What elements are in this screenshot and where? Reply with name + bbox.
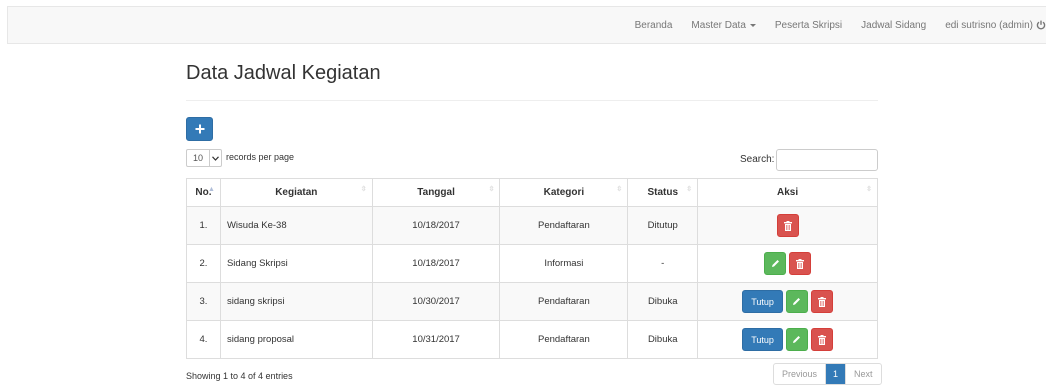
delete-button[interactable] — [776, 214, 799, 237]
sort-icon: ⇳ — [866, 186, 872, 193]
nav-item-user[interactable]: edi sutrisno (admin) — [945, 20, 1046, 31]
previous-button[interactable]: Previous — [774, 364, 827, 384]
cell-tanggal: 10/18/2017 — [371, 244, 501, 283]
table-row: 2. Sidang Skripsi 10/18/2017 Informasi - — [186, 244, 878, 283]
select-value: 10 — [193, 153, 204, 163]
sort-icon: ⇳ — [686, 186, 693, 193]
add-button[interactable] — [186, 117, 213, 141]
table-info: Showing 1 to 4 of 4 entries — [186, 371, 293, 381]
cell-kategori: Pendaftaran — [499, 206, 629, 245]
close-button[interactable]: Tutup — [742, 290, 783, 313]
cell-aksi: Tutup — [697, 282, 878, 321]
trash-icon — [796, 258, 805, 269]
edit-button[interactable] — [764, 252, 787, 275]
column-header-tanggal[interactable]: Tanggal ⇳ — [371, 178, 501, 207]
close-button[interactable]: Tutup — [742, 328, 783, 351]
column-label: Kategori — [543, 187, 585, 198]
title-divider — [186, 100, 878, 101]
cell-tanggal: 10/18/2017 — [371, 206, 501, 245]
table-row: 1. Wisuda Ke-38 10/18/2017 Pendaftaran D… — [186, 206, 878, 245]
trash-icon — [817, 334, 826, 345]
pagination: Previous 1 Next — [773, 363, 882, 385]
nav-label: Jadwal Sidang — [861, 19, 927, 31]
search-input[interactable] — [776, 149, 878, 171]
cell-kegiatan: Wisuda Ke-38 — [219, 206, 373, 245]
nav-item-beranda[interactable]: Beranda — [635, 20, 673, 31]
cell-aksi — [697, 206, 878, 245]
column-header-status[interactable]: Status ⇳ — [627, 178, 699, 207]
next-button[interactable]: Next — [846, 364, 881, 384]
column-header-aksi[interactable]: Aksi ⇳ — [697, 178, 878, 207]
pencil-icon — [793, 336, 801, 343]
column-label: Status — [647, 187, 678, 198]
table-header-row: No. ▲ Kegiatan ⇳ Tanggal ⇳ Kategori ⇳ Status… — [186, 178, 878, 207]
cell-no: 4. — [186, 320, 221, 359]
cell-no: 2. — [186, 244, 221, 283]
search-label: Search: — [740, 154, 775, 165]
column-header-kategori[interactable]: Kategori ⇳ — [499, 178, 629, 207]
table-row: 4. sidang proposal 10/31/2017 Pendaftara… — [186, 320, 878, 359]
sort-icon: ⇳ — [616, 186, 623, 193]
sort-icon: ⇳ — [488, 186, 495, 193]
top-navbar: Beranda Master Data Peserta Skripsi Jadw… — [7, 6, 1046, 44]
schedule-table: No. ▲ Kegiatan ⇳ Tanggal ⇳ Kategori ⇳ Status… — [186, 178, 878, 359]
page-title: Data Jadwal Kegiatan — [186, 62, 381, 84]
cell-kategori: Pendaftaran — [499, 320, 629, 359]
table-row: 3. sidang skripsi 10/30/2017 Pendaftaran… — [186, 282, 878, 321]
cell-kegiatan: sidang skripsi — [219, 282, 373, 321]
cell-aksi: Tutup — [697, 320, 878, 359]
pencil-icon — [793, 298, 801, 305]
nav-label: Peserta Skripsi — [774, 19, 843, 31]
nav-label: Beranda — [634, 19, 673, 31]
nav-item-jadwal-sidang[interactable]: Jadwal Sidang — [861, 20, 926, 31]
power-icon — [1036, 20, 1046, 30]
trash-icon — [817, 296, 826, 307]
delete-button[interactable] — [810, 328, 833, 351]
cell-kategori: Pendaftaran — [499, 282, 629, 321]
chevron-down-icon — [209, 150, 221, 166]
cell-status: Dibuka — [627, 320, 699, 359]
nav-menu: Beranda Master Data Peserta Skripsi Jadw… — [635, 7, 1046, 43]
nav-label: Master Data — [691, 19, 746, 31]
nav-item-peserta-skripsi[interactable]: Peserta Skripsi — [775, 20, 842, 31]
nav-item-master-data[interactable]: Master Data — [691, 19, 756, 31]
cell-kegiatan: Sidang Skripsi — [219, 244, 373, 283]
delete-button[interactable] — [810, 290, 833, 313]
cell-aksi — [697, 244, 878, 283]
edit-button[interactable] — [785, 328, 808, 351]
column-header-kegiatan[interactable]: Kegiatan ⇳ — [219, 178, 373, 207]
column-label: Tanggal — [417, 187, 455, 198]
sort-icon: ⇳ — [360, 186, 367, 193]
cell-no: 3. — [186, 282, 221, 321]
user-name: edi sutrisno (admin) — [945, 19, 1033, 31]
column-label: Kegiatan — [275, 187, 318, 198]
cell-kategori: Informasi — [499, 244, 629, 283]
trash-icon — [783, 220, 792, 231]
cell-status: - — [627, 244, 699, 283]
column-label: Aksi — [777, 187, 799, 198]
records-per-page-label: records per page — [226, 152, 295, 162]
cell-tanggal: 10/31/2017 — [371, 320, 501, 359]
page-button-current[interactable]: 1 — [826, 364, 847, 384]
delete-button[interactable] — [789, 252, 812, 275]
cell-status: Ditutup — [627, 206, 699, 245]
pencil-icon — [771, 260, 779, 267]
edit-button[interactable] — [785, 290, 808, 313]
records-per-page-select[interactable]: 10 — [186, 149, 222, 167]
caret-down-icon — [749, 24, 756, 27]
plus-icon — [195, 124, 204, 134]
cell-kegiatan: sidang proposal — [219, 320, 373, 359]
cell-no: 1. — [186, 206, 221, 245]
cell-tanggal: 10/30/2017 — [371, 282, 501, 321]
sort-asc-icon: ▲ — [208, 186, 215, 193]
column-header-no[interactable]: No. ▲ — [186, 178, 221, 207]
cell-status: Dibuka — [627, 282, 699, 321]
